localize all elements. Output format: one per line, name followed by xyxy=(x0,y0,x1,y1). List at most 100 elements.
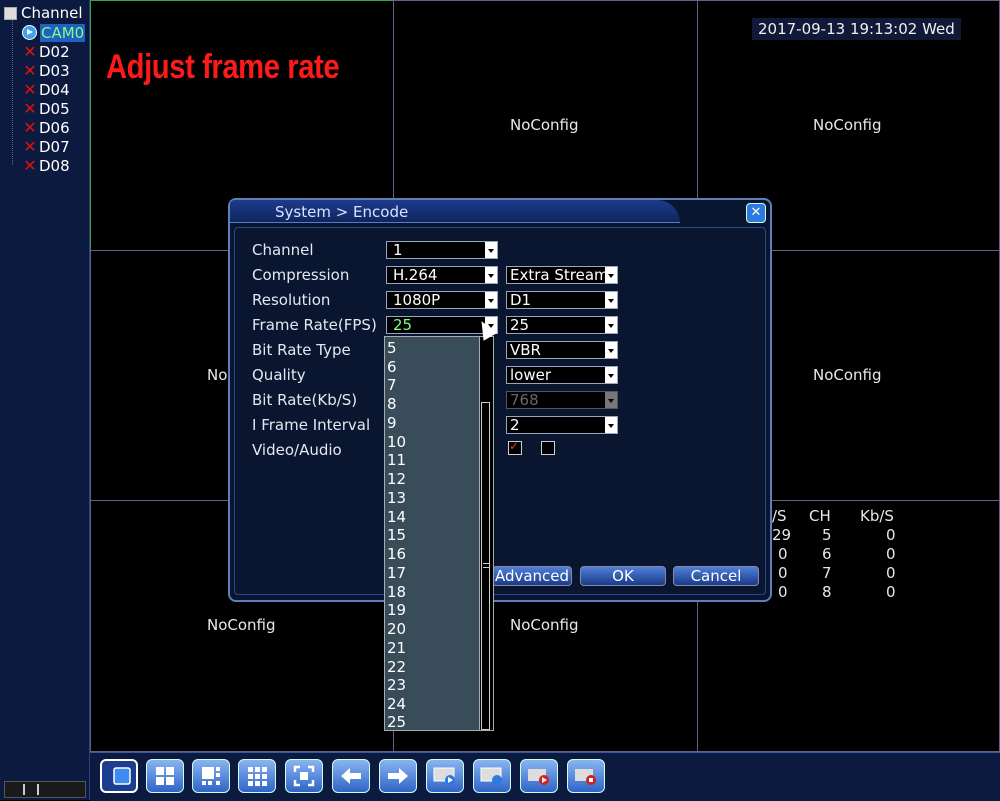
channel-item-d06[interactable]: ✕ D06 xyxy=(22,118,70,137)
fps-option[interactable]: 21 xyxy=(387,639,406,657)
noconfig-label: NoConfig xyxy=(813,366,882,384)
extra-quality-select[interactable]: lower xyxy=(506,366,618,384)
extra-bit-rate-type-select[interactable]: VBR xyxy=(506,341,618,359)
next-icon[interactable] xyxy=(379,759,417,793)
frame-rate-label: Frame Rate(FPS) xyxy=(252,316,377,334)
fps-option[interactable]: 20 xyxy=(387,620,406,638)
fps-option[interactable]: 24 xyxy=(387,695,406,713)
chevron-down-icon[interactable] xyxy=(605,292,617,308)
record-control-icon[interactable] xyxy=(520,759,558,793)
sidebar-scrollbar[interactable] xyxy=(4,781,86,798)
channel-label: Channel xyxy=(252,241,314,259)
tree-collapse-icon[interactable] xyxy=(4,6,17,20)
stats-cell: 0 xyxy=(886,526,896,544)
channel-item-d02[interactable]: ✕ D02 xyxy=(22,42,69,61)
single-view-icon[interactable] xyxy=(100,759,138,793)
previous-icon[interactable] xyxy=(332,759,370,793)
stats-cell: 29 xyxy=(772,526,792,544)
dialog-title: System > Encode xyxy=(275,203,409,221)
stats-cell: 0 xyxy=(778,564,788,582)
extra-i-frame-select[interactable]: 2 xyxy=(506,416,618,434)
channel-label: D04 xyxy=(39,80,70,99)
compression-label: Compression xyxy=(252,266,350,284)
stats-header-fps: /S xyxy=(772,507,787,525)
stats-cell: 5 xyxy=(822,526,832,544)
channel-item-d07[interactable]: ✕ D07 xyxy=(22,137,69,156)
extra-bit-rate-value: 768 xyxy=(510,391,539,409)
fps-option[interactable]: 5 xyxy=(387,339,397,357)
chevron-down-icon[interactable] xyxy=(605,417,617,433)
chevron-down-icon[interactable] xyxy=(605,342,617,358)
eight-view-icon[interactable] xyxy=(192,759,230,793)
resolution-select-value: 1080P xyxy=(393,291,441,309)
fps-option[interactable]: 14 xyxy=(387,508,406,526)
fps-option[interactable]: 19 xyxy=(387,601,406,619)
fps-option[interactable]: 17 xyxy=(387,564,406,582)
channel-item-d03[interactable]: ✕ D03 xyxy=(22,61,69,80)
channel-tree-root[interactable]: Channel xyxy=(4,4,83,22)
resolution-select[interactable]: 1080P xyxy=(386,291,498,309)
cancel-button[interactable]: Cancel xyxy=(673,566,759,586)
fps-option[interactable]: 12 xyxy=(387,470,406,488)
dropdown-scroll-thumb[interactable] xyxy=(481,402,490,730)
fps-option[interactable]: 15 xyxy=(387,526,406,544)
extra-bit-rate-type-value: VBR xyxy=(510,341,541,359)
instruction-banner: Adjust frame rate xyxy=(106,48,340,86)
record-icon[interactable] xyxy=(473,759,511,793)
noconfig-label: NoConfig xyxy=(510,616,579,634)
chevron-down-icon[interactable] xyxy=(485,292,497,308)
video-audio-label: Video/Audio xyxy=(252,441,342,459)
stats-cell: 0 xyxy=(886,545,896,563)
channel-item-d08[interactable]: ✕ D08 xyxy=(22,156,69,175)
ok-button[interactable]: OK xyxy=(580,566,666,586)
fullscreen-icon[interactable] xyxy=(285,759,323,793)
frame-rate-dropdown-list[interactable]: 5 6 7 8 9 10 11 12 13 14 15 16 17 18 19 … xyxy=(384,336,494,731)
extra-quality-value: lower xyxy=(510,366,552,384)
video-checkbox[interactable] xyxy=(508,439,522,455)
channel-item-d04[interactable]: ✕ D04 xyxy=(22,80,70,99)
compression-select-value: H.264 xyxy=(393,266,438,284)
nine-view-icon[interactable] xyxy=(238,759,276,793)
channel-item-cam0[interactable]: CAM0 xyxy=(22,23,86,42)
extra-bit-rate-select: 768 xyxy=(506,391,618,409)
chevron-down-icon[interactable] xyxy=(605,267,617,283)
channel-label: CAM0 xyxy=(40,23,86,42)
i-frame-interval-label: I Frame Interval xyxy=(252,416,371,434)
stats-cell: 0 xyxy=(886,564,896,582)
bottom-toolbar xyxy=(90,752,1000,801)
fps-option[interactable]: 10 xyxy=(387,433,406,451)
channel-select[interactable]: 1 xyxy=(386,241,498,259)
close-button[interactable]: ✕ xyxy=(746,203,766,223)
extra-resolution-value: D1 xyxy=(510,291,532,309)
extra-frame-rate-select[interactable]: 25 xyxy=(506,316,618,334)
fps-option[interactable]: 8 xyxy=(387,395,397,413)
playback-icon[interactable] xyxy=(426,759,464,793)
fps-option[interactable]: 16 xyxy=(387,545,406,563)
chevron-down-icon[interactable] xyxy=(485,242,497,258)
chevron-down-icon[interactable] xyxy=(605,317,617,333)
alarm-icon[interactable] xyxy=(567,759,605,793)
fps-option[interactable]: 13 xyxy=(387,489,406,507)
channel-item-d05[interactable]: ✕ D05 xyxy=(22,99,69,118)
dropdown-scrollbar[interactable] xyxy=(479,337,493,730)
chevron-down-icon[interactable] xyxy=(605,367,617,383)
fps-option[interactable]: 11 xyxy=(387,451,406,469)
chevron-down-icon[interactable] xyxy=(485,267,497,283)
advanced-button[interactable]: Advanced xyxy=(492,566,572,586)
fps-option[interactable]: 18 xyxy=(387,583,406,601)
quality-label: Quality xyxy=(252,366,306,384)
fps-option[interactable]: 6 xyxy=(387,358,397,376)
fps-option[interactable]: 7 xyxy=(387,376,397,394)
channel-label: D06 xyxy=(39,118,70,137)
fps-option[interactable]: 25 xyxy=(387,713,406,731)
audio-checkbox[interactable] xyxy=(541,441,555,455)
extra-resolution-select[interactable]: D1 xyxy=(506,291,618,309)
stats-header-kbs: Kb/S xyxy=(860,507,894,525)
quad-view-icon[interactable] xyxy=(146,759,184,793)
fps-option[interactable]: 22 xyxy=(387,658,406,676)
fps-option[interactable]: 9 xyxy=(387,414,397,432)
compression-select[interactable]: H.264 xyxy=(386,266,498,284)
scrollbar-thumb[interactable] xyxy=(23,784,39,795)
extra-compression-select[interactable]: Extra Stream xyxy=(506,266,618,284)
fps-option[interactable]: 23 xyxy=(387,676,406,694)
